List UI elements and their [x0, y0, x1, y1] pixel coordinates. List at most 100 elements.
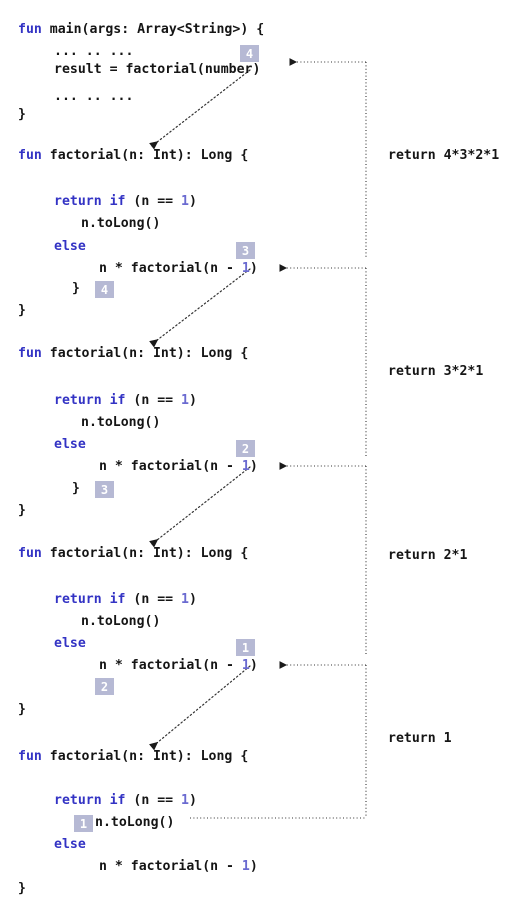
code-line: n.toLong()	[95, 815, 174, 831]
code-token-plain: (n ==	[133, 592, 182, 607]
code-token-kw: return if	[54, 393, 134, 408]
code-token-kw: return if	[54, 793, 134, 808]
code-line: n.toLong()	[81, 614, 160, 630]
code-token-plain: factorial(n: Int): Long {	[49, 148, 249, 163]
code-line: return if (n == 1)	[54, 194, 197, 210]
code-token-plain: }	[72, 481, 80, 496]
code-token-plain: }	[18, 107, 26, 122]
code-token-plain: )	[249, 459, 258, 474]
code-token-plain: ... .. ...	[54, 89, 134, 104]
code-token-kw: else	[54, 636, 86, 651]
code-token-plain: ... .. ...	[54, 44, 134, 59]
code-token-plain: )	[249, 261, 258, 276]
return-annotation: return 1	[388, 731, 452, 746]
code-line: n.toLong()	[81, 415, 160, 431]
code-line: }	[72, 481, 80, 497]
code-line: return if (n == 1)	[54, 793, 197, 809]
code-token-plain: n * factorial(n -	[99, 261, 242, 276]
code-token-plain: )	[189, 793, 197, 808]
code-line: n * factorial(n - 1)	[99, 859, 258, 875]
code-line: else	[54, 837, 86, 853]
code-token-plain: factorial(n: Int): Long {	[49, 749, 249, 764]
code-token-kw: fun	[18, 346, 50, 361]
code-token-num: 1	[241, 859, 250, 874]
code-token-plain: (n ==	[133, 793, 182, 808]
code-line: n * factorial(n - 1)	[99, 459, 258, 475]
code-line: fun factorial(n: Int): Long {	[18, 346, 248, 362]
code-token-plain: }	[72, 281, 80, 296]
code-token-num: 1	[181, 194, 189, 209]
step-badge: 2	[95, 678, 114, 695]
code-token-num: 1	[181, 393, 189, 408]
code-token-kw: fun	[18, 546, 50, 561]
code-token-plain: }	[18, 303, 26, 318]
code-line: fun factorial(n: Int): Long {	[18, 546, 248, 562]
code-token-plain: )	[249, 658, 258, 673]
step-badge: 2	[236, 440, 255, 457]
code-token-num: 1	[241, 658, 250, 673]
code-token-kw: fun	[18, 148, 50, 163]
code-token-kw: fun	[18, 22, 50, 37]
code-token-plain: )	[189, 194, 197, 209]
code-token-num: 1	[241, 261, 250, 276]
return-annotation: return 3*2*1	[388, 364, 484, 379]
step-badge: 3	[236, 242, 255, 259]
step-badge: 1	[236, 639, 255, 656]
return-path-group	[190, 58, 367, 819]
code-line: }	[18, 107, 26, 123]
code-token-kw: fun	[18, 749, 50, 764]
code-token-kw: return if	[54, 194, 134, 209]
code-token-plain: (n ==	[133, 194, 182, 209]
code-token-plain: n * factorial(n -	[99, 658, 242, 673]
code-token-plain: result = factorial(number)	[54, 62, 261, 77]
code-token-num: 1	[181, 592, 189, 607]
return-annotation: return 2*1	[388, 548, 468, 563]
call-arrow	[149, 69, 251, 150]
code-line: n * factorial(n - 1)	[99, 658, 258, 674]
connector-layer	[149, 58, 367, 819]
code-token-kw: return if	[54, 592, 134, 607]
code-token-num: 1	[181, 793, 189, 808]
diagram-canvas: fun main(args: Array<String>) { ... .. ..…	[0, 0, 510, 909]
code-line: ... .. ...	[54, 44, 133, 60]
call-arrow	[149, 466, 251, 548]
code-token-plain: n * factorial(n -	[99, 459, 242, 474]
code-token-plain: n.toLong()	[81, 415, 161, 430]
call-arrow	[149, 268, 251, 348]
step-badge: 4	[95, 281, 114, 298]
code-line: return if (n == 1)	[54, 393, 197, 409]
code-token-kw: else	[54, 837, 86, 852]
code-token-plain: )	[249, 859, 258, 874]
code-line: }	[18, 303, 26, 319]
code-token-plain: (n ==	[133, 393, 182, 408]
code-line: result = factorial(number)	[54, 62, 260, 78]
code-token-num: 1	[241, 459, 250, 474]
step-badge: 4	[240, 45, 259, 62]
code-line: else	[54, 437, 86, 453]
code-token-plain: n.toLong()	[95, 815, 175, 830]
code-line: }	[18, 503, 26, 519]
code-token-plain: main(args: Array<String>) {	[49, 22, 265, 37]
return-annotation: return 4*3*2*1	[388, 148, 500, 163]
code-token-kw: else	[54, 437, 86, 452]
code-token-plain: )	[189, 393, 197, 408]
code-line: n * factorial(n - 1)	[99, 261, 258, 277]
step-badge: 3	[95, 481, 114, 498]
code-line: else	[54, 239, 86, 255]
code-token-plain: factorial(n: Int): Long {	[49, 346, 249, 361]
code-token-plain: }	[18, 702, 26, 717]
code-line: return if (n == 1)	[54, 592, 197, 608]
call-arrow	[149, 665, 251, 751]
code-line: fun main(args: Array<String>) {	[18, 22, 264, 38]
code-line: }	[18, 881, 26, 897]
code-line: fun factorial(n: Int): Long {	[18, 148, 248, 164]
code-token-plain: n.toLong()	[81, 614, 161, 629]
code-line: }	[18, 702, 26, 718]
code-token-plain: factorial(n: Int): Long {	[49, 546, 249, 561]
code-line: n.toLong()	[81, 216, 160, 232]
code-line: else	[54, 636, 86, 652]
code-token-plain: )	[189, 592, 197, 607]
code-token-kw: else	[54, 239, 86, 254]
code-line: }	[72, 281, 80, 297]
code-token-plain: }	[18, 881, 26, 896]
